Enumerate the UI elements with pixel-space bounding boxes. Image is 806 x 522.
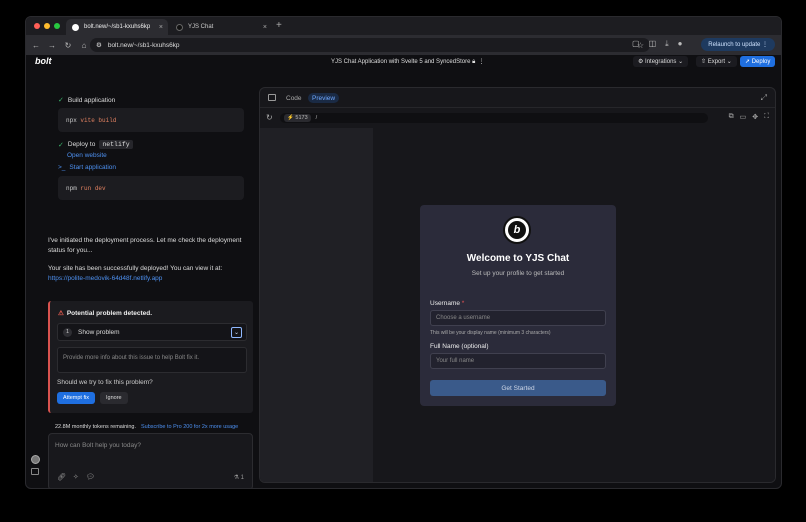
tab-code[interactable]: Code <box>282 93 306 103</box>
deploy-url-link[interactable]: https://polite-medovik-64d48f.netlify.ap… <box>48 274 253 284</box>
integrations-icon: ⚙ <box>638 59 646 65</box>
warning-icon: ⚠ <box>58 310 64 317</box>
address-bar: ← → ↻ ⌂ ⚙ bolt.new/~/sb1-kxuhs6kp ☆ ▢ ◫ … <box>26 35 781 55</box>
expand-icon[interactable]: ⛶ <box>764 113 769 121</box>
enhance-prompt-icon[interactable]: ✧ <box>73 473 79 481</box>
subscribe-link[interactable]: Subscribe to Pro 200 for 2x more usage <box>141 424 238 430</box>
assistant-message-2: Your site has been successfully deployed… <box>48 264 253 284</box>
rocket-icon: ➚ <box>745 59 752 65</box>
assistant-message-1: I've initiated the deployment process. L… <box>48 237 242 254</box>
check-icon: ✓ <box>58 97 64 104</box>
tab-bar: bolt.new/~/sb1-kxuhs6kp × YJS Chat × + <box>26 17 781 35</box>
bolt-badge-logo: b <box>503 216 531 244</box>
device-preview-icon[interactable]: ▭ <box>740 113 747 121</box>
code-block-dev: npm run dev <box>58 176 244 200</box>
problem-info-input[interactable]: Provide more info about this issue to he… <box>57 347 247 373</box>
deploy-button[interactable]: ➚ Deploy <box>740 56 776 67</box>
browser-window: bolt.new/~/sb1-kxuhs6kp × YJS Chat × + ←… <box>25 16 782 489</box>
profile-icon[interactable]: ● <box>678 39 683 49</box>
new-tab-icon[interactable]: + <box>276 20 282 31</box>
chevron-down-icon[interactable]: ⌄ <box>231 327 242 338</box>
ignore-button[interactable]: Ignore <box>100 392 128 404</box>
maximize-window-button[interactable] <box>54 23 60 29</box>
preview-frame: b Welcome to YJS Chat Set up your profil… <box>260 128 775 482</box>
left-rail <box>31 455 40 475</box>
show-problem-toggle[interactable]: 1 Show problem ⌄ <box>57 323 247 341</box>
download-icon[interactable]: ⤓ <box>665 39 669 49</box>
extension-icons: ▢ ◫ ⤓ ● <box>632 39 683 49</box>
minimize-window-button[interactable] <box>44 23 50 29</box>
check-icon: ✓ <box>58 141 64 149</box>
fullscreen-icon[interactable]: ⤢ <box>761 93 767 103</box>
reload-icon[interactable]: ↻ <box>60 41 76 50</box>
export-button[interactable]: ⇧ Export ⌄ <box>696 56 737 67</box>
chat-panel: ✓ Build application npx vite build ✓ Dep… <box>46 68 274 488</box>
extensions-icon[interactable]: ▢ <box>632 39 640 49</box>
browser-tab-bolt[interactable]: bolt.new/~/sb1-kxuhs6kp × <box>66 19 168 35</box>
tab-title: bolt.new/~/sb1-kxuhs6kp <box>84 24 151 30</box>
preview-url-input[interactable]: ⚡ 5173 / <box>280 113 708 123</box>
close-tab-icon[interactable]: × <box>263 24 267 31</box>
token-usage: 22.8M monthly tokens remaining. Subscrib… <box>55 423 239 430</box>
workbench-panel: Code Preview ⤢ ↻ ⚡ 5173 / ⧉ ▭ ✥ ⛶ b Welc… <box>259 87 776 483</box>
problem-alert: ⚠ Potential problem detected. 1 Show prob… <box>48 301 253 413</box>
prompt-input[interactable]: How can Bolt help you today? 🔗︎ ✧ 💬︎ ⚗ 1 <box>48 433 253 488</box>
welcome-title: Welcome to YJS Chat <box>466 253 570 264</box>
window-controls <box>34 23 60 29</box>
welcome-subtitle: Set up your profile to get started <box>471 270 565 277</box>
split-view-icon[interactable]: ◫ <box>649 39 657 49</box>
bolt-logo[interactable]: bolt <box>35 56 52 66</box>
step-build: ✓ Build application <box>58 96 116 105</box>
port-badge[interactable]: ⚡ 5173 <box>284 114 311 122</box>
refresh-icon[interactable]: ↻ <box>266 113 273 122</box>
open-website-link[interactable]: Open website <box>67 152 107 159</box>
inspect-icon[interactable]: ✥ <box>752 113 758 121</box>
attach-link-icon[interactable]: 🔗︎ <box>57 473 66 481</box>
username-label: Username * <box>430 300 465 307</box>
export-icon: ⇧ <box>701 59 708 65</box>
open-new-tab-icon[interactable]: ⧉ <box>729 113 734 121</box>
preview-app-sidebar <box>260 128 373 482</box>
url-text: bolt.new/~/sb1-kxuhs6kp <box>107 41 180 49</box>
user-avatar[interactable] <box>31 455 40 464</box>
problem-title: ⚠ Potential problem detected. <box>58 310 153 317</box>
code-block-build: npx vite build <box>58 108 244 132</box>
attempt-fix-button[interactable]: Attempt fix <box>57 392 95 404</box>
relaunch-button[interactable]: Relaunch to update ⋮ <box>701 38 775 51</box>
tab-preview[interactable]: Preview <box>308 93 340 103</box>
username-input[interactable]: Choose a username <box>430 310 606 326</box>
get-started-button[interactable]: Get Started <box>430 380 606 396</box>
prompt-count[interactable]: ⚗ 1 <box>234 474 244 481</box>
site-info-icon[interactable]: ⚙ <box>96 41 102 49</box>
step-start: >_ Start application <box>58 164 117 171</box>
lock-icon: 🔒︎ <box>472 59 476 65</box>
workbench-toolbar: Code Preview ⤢ <box>260 88 775 108</box>
close-tab-icon[interactable]: × <box>159 24 163 31</box>
bolt-favicon-icon <box>72 23 79 31</box>
project-title[interactable]: YJS Chat Application with Svelte 5 and S… <box>331 58 485 66</box>
welcome-card: b Welcome to YJS Chat Set up your profil… <box>420 205 616 406</box>
browser-tab-yjs[interactable]: YJS Chat × <box>170 19 272 35</box>
forward-icon[interactable]: → <box>44 41 60 50</box>
panel-toggle-icon[interactable] <box>268 94 276 101</box>
preview-url-bar: ↻ ⚡ 5173 / ⧉ ▭ ✥ ⛶ <box>260 108 775 128</box>
close-window-button[interactable] <box>34 23 40 29</box>
fullname-input[interactable]: Your full name <box>430 353 606 369</box>
back-icon[interactable]: ← <box>28 41 44 50</box>
terminal-icon: >_ <box>58 164 66 171</box>
github-favicon-icon <box>176 23 183 31</box>
url-input[interactable]: ⚙ bolt.new/~/sb1-kxuhs6kp ☆ <box>90 38 650 52</box>
discuss-icon[interactable]: 💬︎ <box>86 473 95 481</box>
tab-title: YJS Chat <box>188 24 214 30</box>
username-hint: This will be your display name (minimum … <box>430 330 551 336</box>
fullname-label: Full Name (optional) <box>430 343 489 350</box>
fix-question: Should we try to fix this problem? <box>57 379 153 386</box>
preview-tools: ⧉ ▭ ✥ ⛶ <box>729 113 769 121</box>
step-deploy: ✓ Deploy to netlify <box>58 140 133 149</box>
sidebar-toggle-icon[interactable] <box>31 468 39 475</box>
app-header: bolt YJS Chat Application with Svelte 5 … <box>26 55 781 68</box>
prompt-tools: 🔗︎ ✧ 💬︎ <box>57 473 95 481</box>
integrations-button[interactable]: ⚙ Integrations ⌄ <box>633 56 689 67</box>
